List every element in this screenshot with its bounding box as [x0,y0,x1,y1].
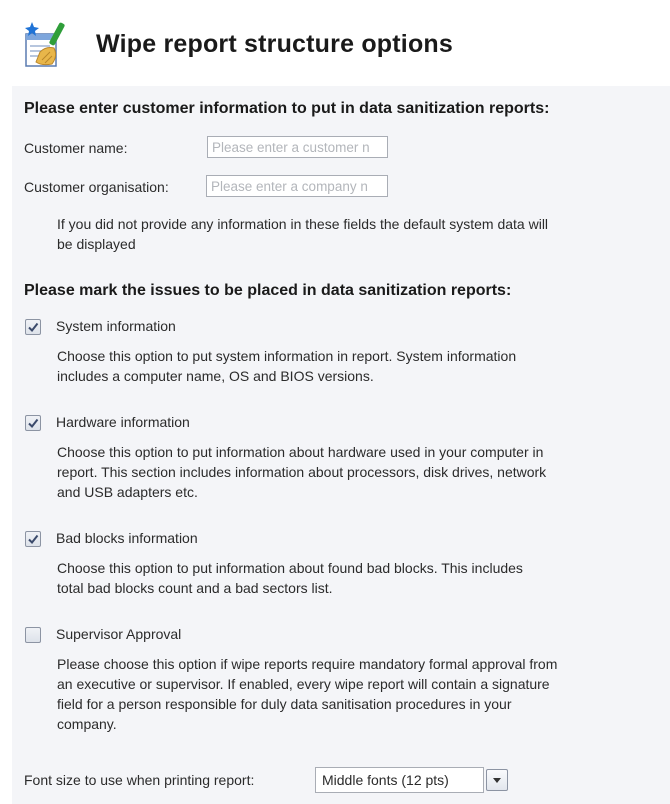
description-line: total bad blocks count and a bad sectors… [57,580,333,596]
supervisor-approval-description: Please choose this option if wipe report… [57,654,557,734]
bad-blocks-information-label[interactable]: Bad blocks information [56,530,198,546]
header: Wipe report structure options [0,0,670,86]
checkmark-icon [28,534,39,545]
supervisor-approval-checkbox[interactable] [25,627,41,643]
hardware-information-description: Choose this option to put information ab… [57,442,546,502]
description-line: field for a person responsible for duly … [57,696,512,712]
customer-info-note-line: be displayed [57,236,136,252]
page-title: Wipe report structure options [96,30,453,58]
system-information-description: Choose this option to put system informa… [57,346,516,386]
hardware-information-label[interactable]: Hardware information [56,414,190,430]
bad-blocks-information-description: Choose this option to put information ab… [57,558,523,598]
description-line: includes a computer name, OS and BIOS ve… [57,368,374,384]
checkmark-icon [28,418,39,429]
font-size-label: Font size to use when printing report: [24,772,255,788]
description-line: Choose this option to put information ab… [57,444,544,460]
description-line: and USB adapters etc. [57,484,198,500]
customer-organisation-input[interactable] [206,175,388,197]
description-line: Choose this option to put system informa… [57,348,517,364]
system-information-checkbox[interactable] [25,319,41,335]
bad-blocks-information-checkbox[interactable] [25,531,41,547]
description-line: Choose this option to put information ab… [57,560,523,576]
wipe-report-icon [25,22,65,67]
supervisor-approval-label[interactable]: Supervisor Approval [56,626,181,642]
customer-info-note-line: If you did not provide any information i… [57,216,549,232]
hardware-information-checkbox[interactable] [25,415,41,431]
checkmark-icon [28,322,39,333]
font-size-select[interactable]: Middle fonts (12 pts) [315,767,484,793]
font-size-dropdown-button[interactable] [486,769,508,791]
description-line: Please choose this option if wipe report… [57,656,558,672]
description-line: company. [57,716,117,732]
customer-name-label: Customer name: [24,140,128,156]
description-line: an executive or supervisor. If enabled, … [57,676,550,692]
customer-organisation-label: Customer organisation: [24,179,169,195]
options-panel: Please enter customer information to put… [12,86,670,804]
description-line: report. This section includes informatio… [57,464,547,480]
customer-name-input[interactable] [207,136,388,158]
chevron-down-icon [493,778,501,783]
issues-heading: Please mark the issues to be placed in d… [24,282,512,299]
system-information-label[interactable]: System information [56,318,176,334]
customer-info-note: If you did not provide any information i… [57,214,548,254]
customer-info-heading: Please enter customer information to put… [24,100,550,117]
